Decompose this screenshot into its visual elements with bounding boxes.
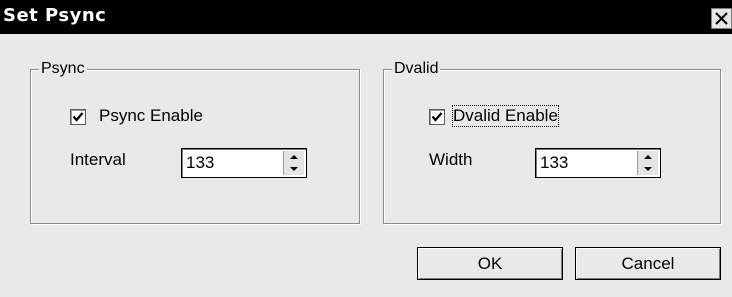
spin-up-icon[interactable]	[284, 151, 304, 163]
dvalid-groupbox: Dvalid Dvalid Enable Width 133	[383, 59, 721, 224]
interval-value[interactable]: 133	[186, 153, 214, 173]
checkmark-icon	[431, 112, 443, 122]
width-spin-buttons[interactable]	[637, 151, 658, 175]
psync-enable-label[interactable]: Psync Enable	[99, 106, 203, 126]
psync-group-title: Psync	[39, 59, 87, 79]
dvalid-group-title: Dvalid	[392, 59, 441, 79]
window-title: Set Psync	[3, 5, 107, 26]
width-value[interactable]: 133	[540, 153, 568, 173]
psync-groupbox: Psync Psync Enable Interval 133	[30, 59, 360, 224]
psync-enable-checkbox[interactable]	[70, 109, 86, 125]
interval-label: Interval	[70, 150, 126, 169]
checkmark-icon	[72, 112, 84, 122]
ok-button[interactable]: OK	[417, 247, 563, 280]
spin-up-icon[interactable]	[638, 151, 658, 163]
interval-spin-buttons[interactable]	[283, 151, 304, 175]
spin-down-icon[interactable]	[638, 163, 658, 175]
cancel-button[interactable]: Cancel	[575, 247, 721, 280]
dvalid-enable-checkbox[interactable]	[429, 109, 445, 125]
close-button[interactable]	[711, 8, 732, 29]
interval-spinbox[interactable]: 133	[181, 148, 307, 178]
dialog-body: Psync Psync Enable Interval 133 Dvalid D…	[0, 34, 732, 297]
title-bar: Set Psync	[0, 0, 732, 34]
width-spinbox[interactable]: 133	[535, 148, 661, 178]
close-icon	[715, 12, 728, 25]
spin-down-icon[interactable]	[284, 163, 304, 175]
width-label: Width	[429, 150, 473, 169]
dvalid-enable-label[interactable]: Dvalid Enable	[452, 105, 559, 127]
